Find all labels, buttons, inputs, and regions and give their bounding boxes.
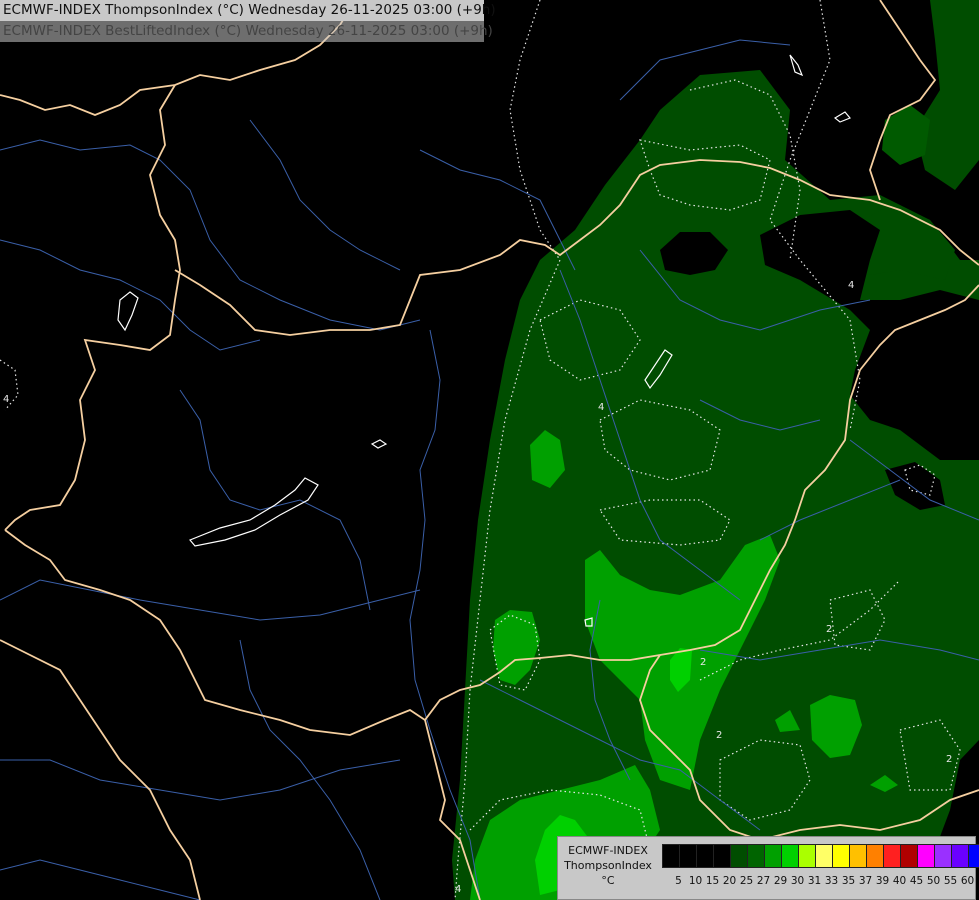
legend-swatch bbox=[901, 845, 918, 867]
legend-color-bar bbox=[662, 844, 979, 868]
legend-tick-label: 30 bbox=[790, 875, 805, 887]
contour-label: 2 bbox=[826, 624, 832, 635]
legend-swatch bbox=[833, 845, 850, 867]
legend-swatch bbox=[663, 845, 680, 867]
legend-swatch bbox=[952, 845, 969, 867]
legend-swatch bbox=[731, 845, 748, 867]
legend-tick-label: 37 bbox=[858, 875, 873, 887]
legend-title-unit: °C bbox=[601, 874, 615, 887]
legend-tick-label: 33 bbox=[824, 875, 839, 887]
legend-title-parameter: ThompsonIndex bbox=[564, 859, 652, 872]
legend-tick-labels: 5 10 15 20 25 27 29 30 31 33 35 37 39 40 45 50 55 60 bbox=[670, 875, 976, 887]
legend-swatch bbox=[680, 845, 697, 867]
legend-tick-label: 10 bbox=[688, 875, 703, 887]
legend-tick-label: 45 bbox=[909, 875, 924, 887]
legend-swatch bbox=[816, 845, 833, 867]
legend-tick-label: 40 bbox=[892, 875, 907, 887]
map-title-line-2: ECMWF-INDEX BestLiftedIndex (°C) Wednesd… bbox=[0, 21, 493, 42]
legend-tick-label: 5 bbox=[675, 875, 682, 887]
legend-swatch bbox=[918, 845, 935, 867]
contour-label: 2 bbox=[716, 730, 722, 741]
legend-tick-label: 15 bbox=[705, 875, 720, 887]
contour-label: 4 bbox=[848, 280, 854, 291]
legend-swatch bbox=[850, 845, 867, 867]
contour-label: 2 bbox=[700, 657, 706, 668]
map-title-line-1: ECMWF-INDEX ThompsonIndex (°C) Wednesday… bbox=[0, 0, 496, 21]
legend-swatch bbox=[969, 845, 979, 867]
contour-label: 4 bbox=[598, 402, 604, 413]
legend-tick-label: 50 bbox=[926, 875, 941, 887]
legend-swatch bbox=[714, 845, 731, 867]
legend-tick-label: 25 bbox=[739, 875, 754, 887]
legend-title: ECMWF-INDEX ThompsonIndex °C bbox=[562, 843, 654, 888]
contour-label: 2 bbox=[946, 754, 952, 765]
legend-swatch bbox=[867, 845, 884, 867]
legend-swatch bbox=[935, 845, 952, 867]
legend-tick-label: 35 bbox=[841, 875, 856, 887]
contour-label: 4 bbox=[455, 884, 461, 895]
legend-swatch bbox=[697, 845, 714, 867]
legend-tick-label: 27 bbox=[756, 875, 771, 887]
weather-map: 4 4 4 2 2 2 2 4 bbox=[0, 0, 979, 900]
contour-label: 4 bbox=[3, 394, 9, 405]
legend-tick-label: 39 bbox=[875, 875, 890, 887]
legend-title-model: ECMWF-INDEX bbox=[568, 844, 648, 857]
legend-swatch bbox=[765, 845, 782, 867]
legend-swatch bbox=[782, 845, 799, 867]
legend-tick-label: 55 bbox=[943, 875, 958, 887]
legend-swatch bbox=[799, 845, 816, 867]
legend-tick-label: 60 bbox=[960, 875, 975, 887]
legend-swatch bbox=[748, 845, 765, 867]
legend-tick-label: 29 bbox=[773, 875, 788, 887]
legend-swatch bbox=[884, 845, 901, 867]
legend-tick-label: 20 bbox=[722, 875, 737, 887]
color-legend: ECMWF-INDEX ThompsonIndex °C 5 10 15 20 25 27… bbox=[557, 836, 979, 900]
legend-tick-label: 31 bbox=[807, 875, 822, 887]
